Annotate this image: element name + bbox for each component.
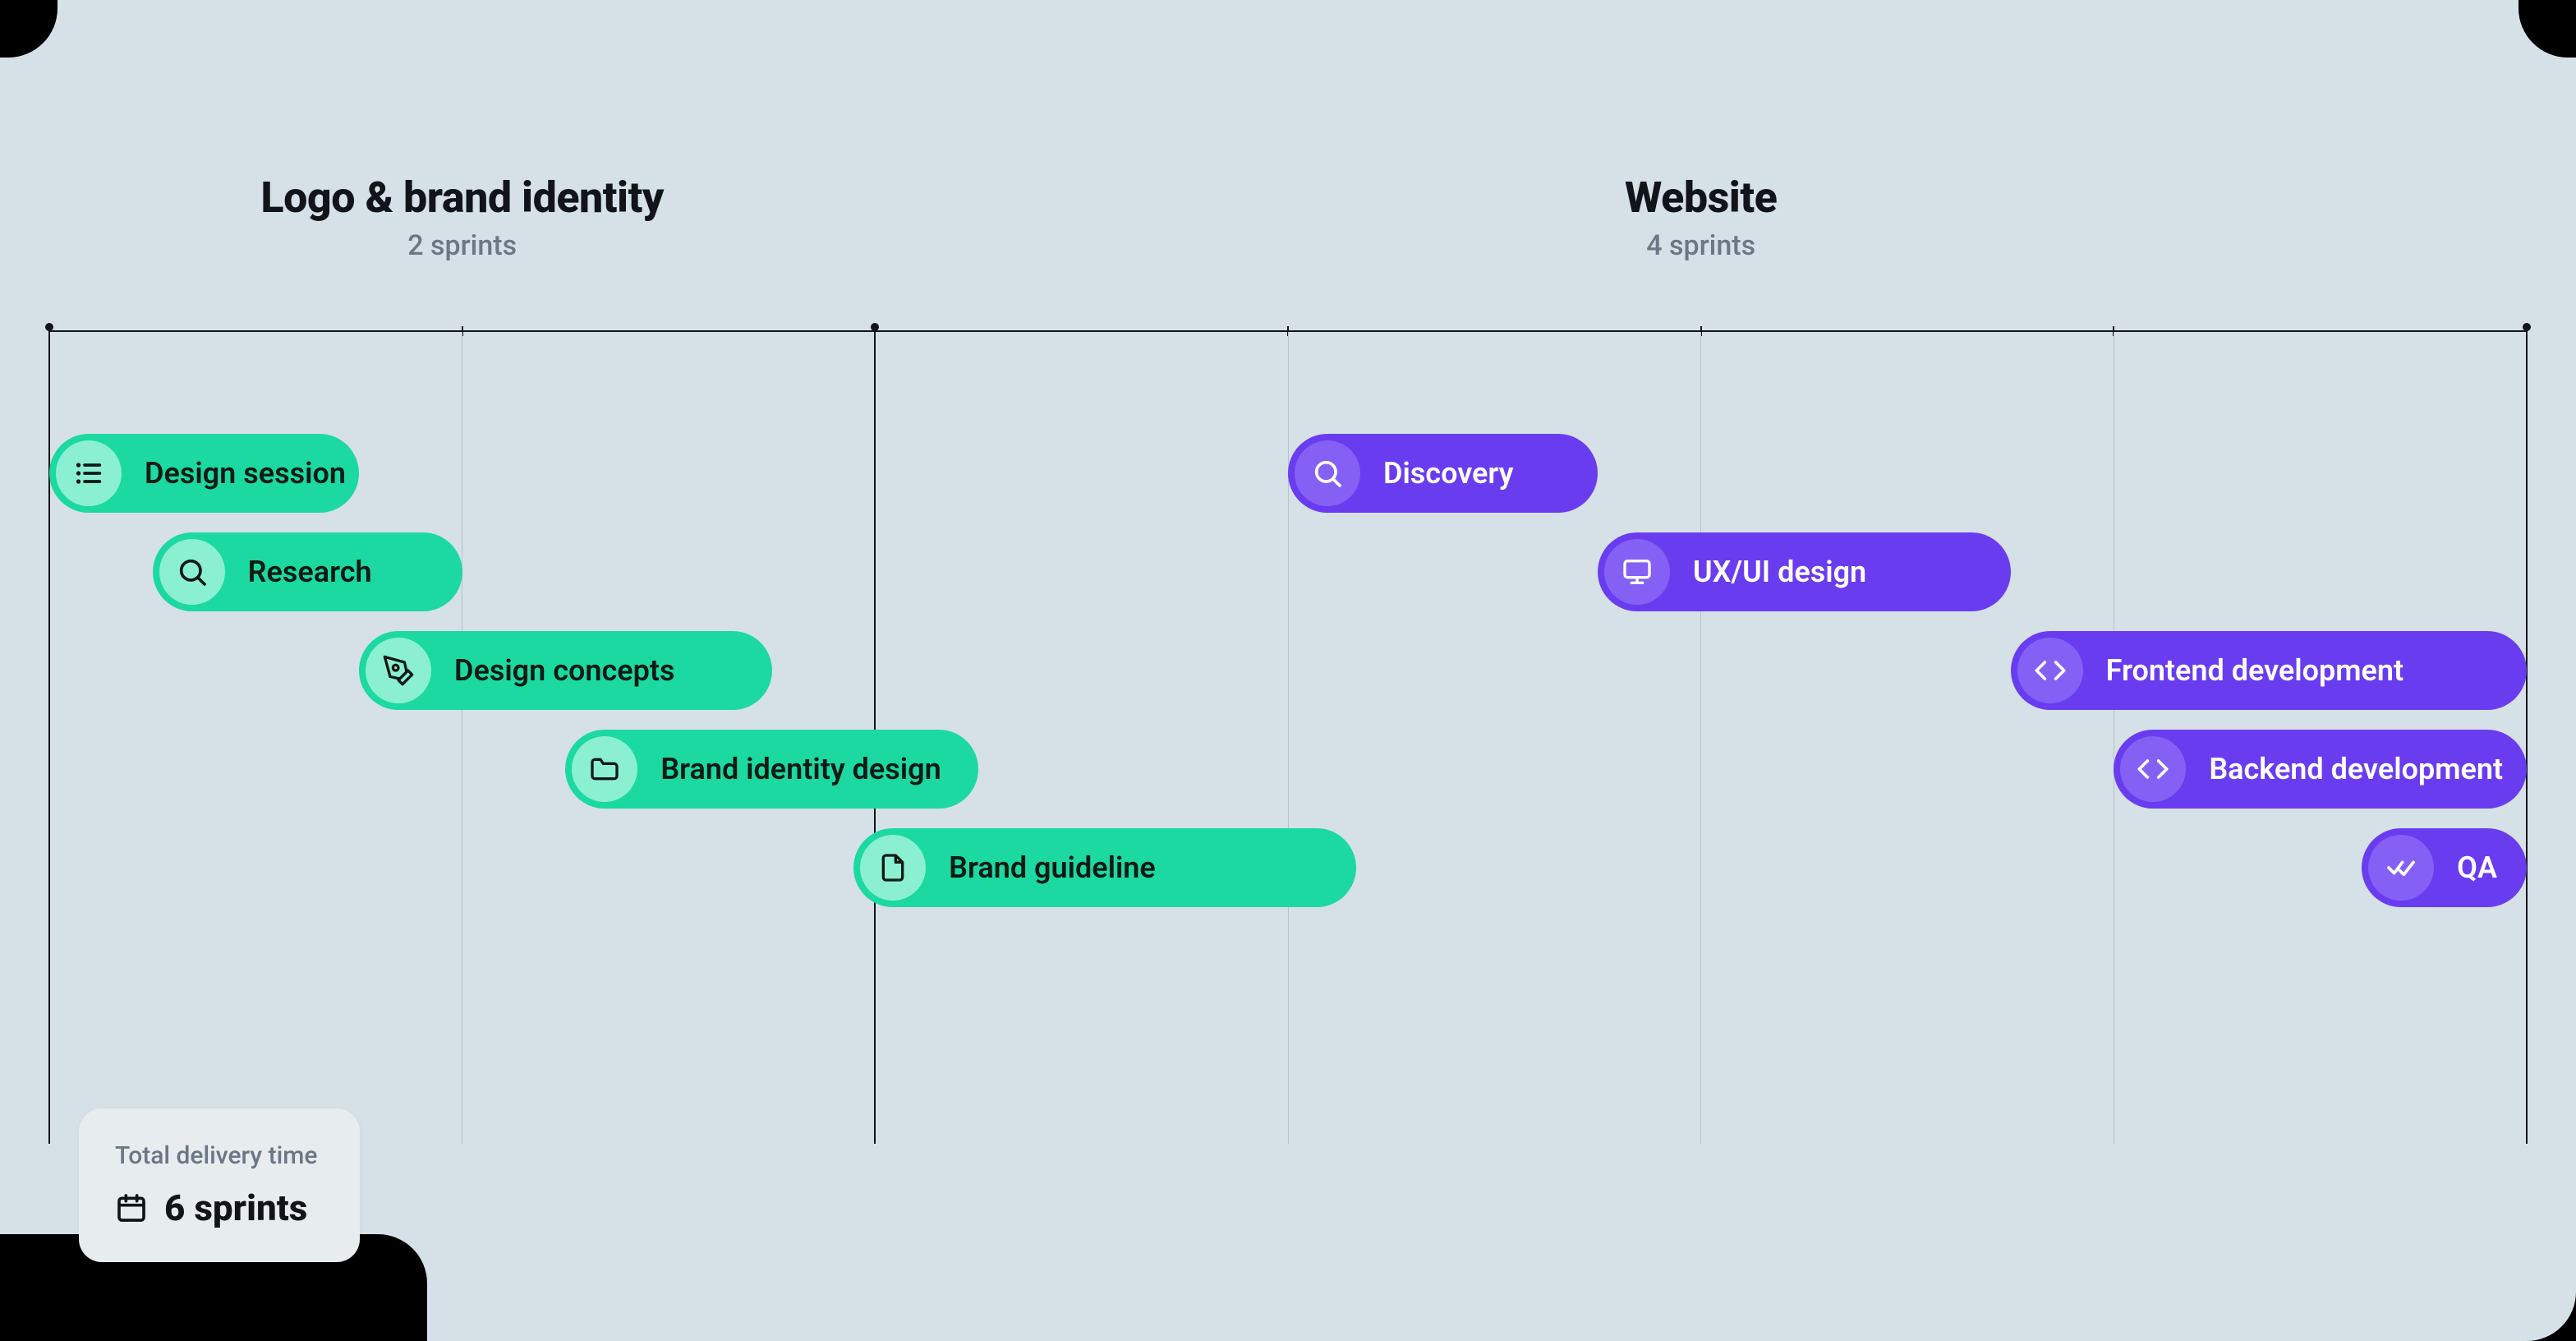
task-label: Brand identity design (660, 752, 941, 786)
task-label: Design session (145, 456, 346, 491)
task-bar[interactable]: Research (153, 532, 462, 611)
monitor-icon (1604, 539, 1670, 605)
calendar-icon (115, 1191, 148, 1224)
task-row: Design concepts Frontend development (49, 631, 2527, 710)
summary-label: Total delivery time (115, 1141, 317, 1170)
task-bar[interactable]: UX/UI design (1598, 532, 2011, 611)
task-label: Frontend development (2106, 653, 2404, 688)
search-icon (159, 539, 225, 605)
section-header-branding: Logo & brand identity 2 sprints (49, 173, 875, 262)
task-bar[interactable]: Backend development (2114, 730, 2527, 809)
section-title: Logo & brand identity (49, 173, 875, 223)
section-title: Website (875, 173, 2527, 223)
task-bar[interactable]: Design session (49, 434, 359, 513)
timeline-panel: Logo & brand identity 2 sprints Website … (0, 0, 2576, 1341)
summary-value: 6 sprints (115, 1187, 317, 1229)
task-label: Brand guideline (949, 850, 1156, 885)
folder-icon (572, 736, 637, 802)
task-label: Discovery (1383, 456, 1514, 491)
pen-icon (366, 638, 431, 703)
section-sprints: 2 sprints (49, 229, 875, 262)
corner-notch (2518, 0, 2576, 58)
section-header-website: Website 4 sprints (875, 173, 2527, 262)
task-bar[interactable]: QA (2362, 828, 2527, 907)
code-icon (2120, 736, 2186, 802)
task-bar[interactable]: Discovery (1288, 434, 1598, 513)
section-headers: Logo & brand identity 2 sprints Website … (49, 173, 2527, 262)
code-icon (2017, 638, 2083, 703)
file-icon (860, 835, 926, 901)
corner-notch (0, 0, 58, 58)
search-icon (1295, 440, 1360, 506)
task-lanes: Design session Discovery Research UX/UI des… (49, 434, 2527, 907)
task-bar[interactable]: Brand guideline (853, 828, 1356, 907)
summary-value-text: 6 sprints (164, 1187, 307, 1229)
task-bar[interactable]: Brand identity design (565, 730, 978, 809)
summary-card: Total delivery time 6 sprints (79, 1108, 360, 1262)
task-label: UX/UI design (1693, 555, 1866, 589)
task-label: Research (248, 555, 372, 589)
task-row: Design session Discovery (49, 434, 2527, 513)
task-label: Design concepts (454, 653, 674, 688)
section-sprints: 4 sprints (875, 229, 2527, 262)
task-bar[interactable]: Frontend development (2011, 631, 2527, 710)
task-label: Backend development (2209, 752, 2503, 786)
check-icon (2368, 835, 2434, 901)
task-row: Brand identity design Backend development (49, 730, 2527, 809)
task-row: Research UX/UI design (49, 532, 2527, 611)
task-label: QA (2457, 850, 2497, 885)
list-icon (56, 440, 122, 506)
task-row: Brand guideline QA (49, 828, 2527, 907)
task-bar[interactable]: Design concepts (359, 631, 772, 710)
